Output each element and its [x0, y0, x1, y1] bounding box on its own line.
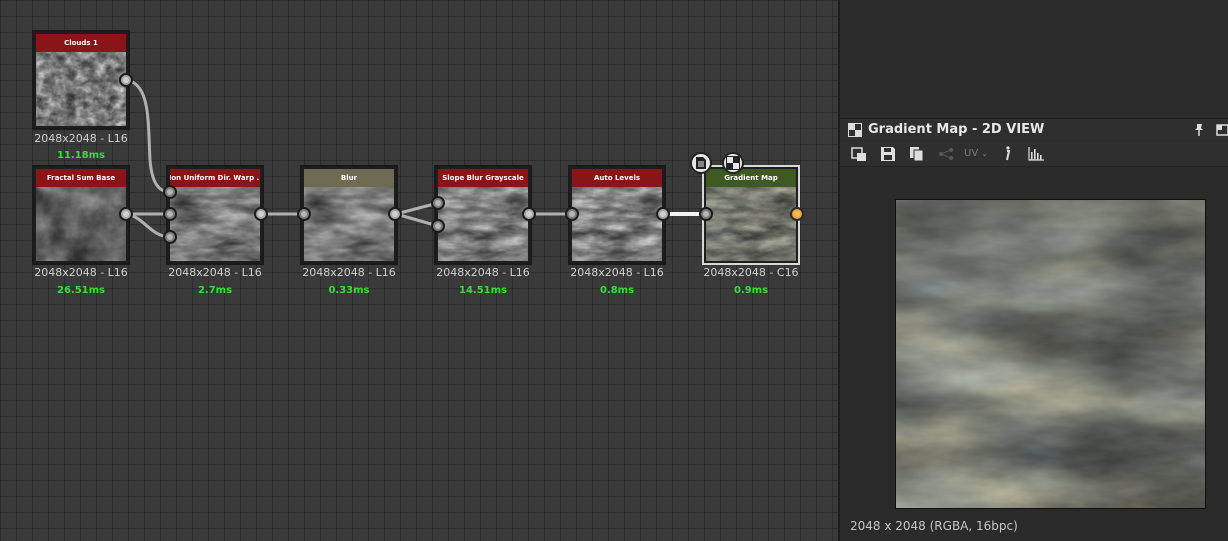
node-time: 0.9ms	[733, 285, 769, 296]
node-resolution: 2048x2048 - L16	[34, 266, 128, 279]
node-clouds[interactable]: Clouds 1	[32, 30, 130, 130]
node-time: 2.7ms	[197, 285, 233, 296]
node-title: Blur	[304, 169, 394, 187]
node-title: Fractal Sum Base	[36, 169, 126, 187]
node-title: Slope Blur Grayscale	[438, 169, 528, 187]
maximize-icon[interactable]	[1216, 123, 1228, 137]
node-resolution: 2048x2048 - L16	[570, 266, 664, 279]
node-blur[interactable]: Blur	[300, 165, 398, 265]
node-resolution: 2048x2048 - C16	[703, 266, 799, 279]
node-thumbnail	[36, 187, 126, 261]
input-port[interactable]	[431, 219, 445, 233]
node-resolution: 2048x2048 - L16	[302, 266, 396, 279]
node-time: 0.8ms	[599, 285, 635, 296]
node-slope-blur-grayscale[interactable]: Slope Blur Grayscale	[434, 165, 532, 265]
info-icon[interactable]	[997, 144, 1017, 164]
node-auto-levels[interactable]: Auto Levels	[568, 165, 666, 265]
save-icon[interactable]	[878, 144, 898, 164]
node-thumbnail	[36, 52, 126, 126]
node-title: Auto Levels	[572, 169, 662, 187]
uv-label: UV	[964, 148, 979, 159]
output-port[interactable]	[790, 207, 804, 221]
node-time: 0.33ms	[328, 285, 370, 296]
node-title: Clouds 1	[36, 34, 126, 52]
panel-empty-area	[840, 0, 1228, 118]
output-port[interactable]	[656, 207, 670, 221]
input-port[interactable]	[565, 207, 579, 221]
input-port[interactable]	[163, 230, 177, 244]
chevron-down-icon: ⌄	[981, 149, 988, 158]
node-thumbnail	[170, 187, 260, 261]
share-icon	[936, 144, 956, 164]
output-port[interactable]	[119, 207, 133, 221]
pin-icon[interactable]	[1192, 123, 1206, 137]
node-thumbnail	[304, 187, 394, 261]
copy-icon[interactable]	[907, 144, 927, 164]
node-resolution: 2048x2048 - L16	[436, 266, 530, 279]
input-port[interactable]	[163, 185, 177, 199]
node-resolution: 2048x2048 - L16	[34, 132, 128, 145]
node-title: Gradient Map	[706, 169, 796, 187]
image-info-status: 2048 x 2048 (RGBA, 16bpc)	[850, 519, 1018, 533]
checker-icon[interactable]	[722, 152, 744, 174]
node-non-uniform-dir-warp[interactable]: Non Uniform Dir. Warp ...	[166, 165, 264, 265]
node-resolution: 2048x2048 - L16	[168, 266, 262, 279]
node-thumbnail	[572, 187, 662, 261]
node-time: 11.18ms	[56, 150, 105, 161]
input-port[interactable]	[163, 207, 177, 221]
input-port[interactable]	[297, 207, 311, 221]
view-2d-icon	[848, 122, 862, 137]
output-port[interactable]	[119, 73, 133, 87]
node-thumbnail	[438, 187, 528, 261]
output-port[interactable]	[522, 207, 536, 221]
output-port[interactable]	[254, 207, 268, 221]
node-time: 14.51ms	[458, 285, 507, 296]
histogram-icon[interactable]	[1026, 144, 1046, 164]
node-fractal-sum-base[interactable]: Fractal Sum Base	[32, 165, 130, 265]
panel-title: Gradient Map - 2D VIEW	[868, 122, 1045, 137]
input-port[interactable]	[699, 207, 713, 221]
panel-toolbar: UV ⌄	[840, 141, 1228, 167]
node-title: Non Uniform Dir. Warp ...	[170, 169, 260, 187]
node-time: 26.51ms	[56, 285, 105, 296]
node-thumbnail	[706, 187, 796, 261]
node-graph-canvas[interactable]: Clouds 1 2048x2048 - L16 11.18ms Fractal…	[0, 0, 838, 541]
input-port[interactable]	[431, 196, 445, 210]
node-gradient-map[interactable]: Gradient Map	[702, 165, 800, 265]
output-port[interactable]	[388, 207, 402, 221]
viewport-fit-icon[interactable]	[849, 144, 869, 164]
panel-titlebar: Gradient Map - 2D VIEW	[840, 118, 1228, 140]
preview-image[interactable]	[895, 199, 1206, 509]
document-icon[interactable]	[690, 152, 712, 174]
